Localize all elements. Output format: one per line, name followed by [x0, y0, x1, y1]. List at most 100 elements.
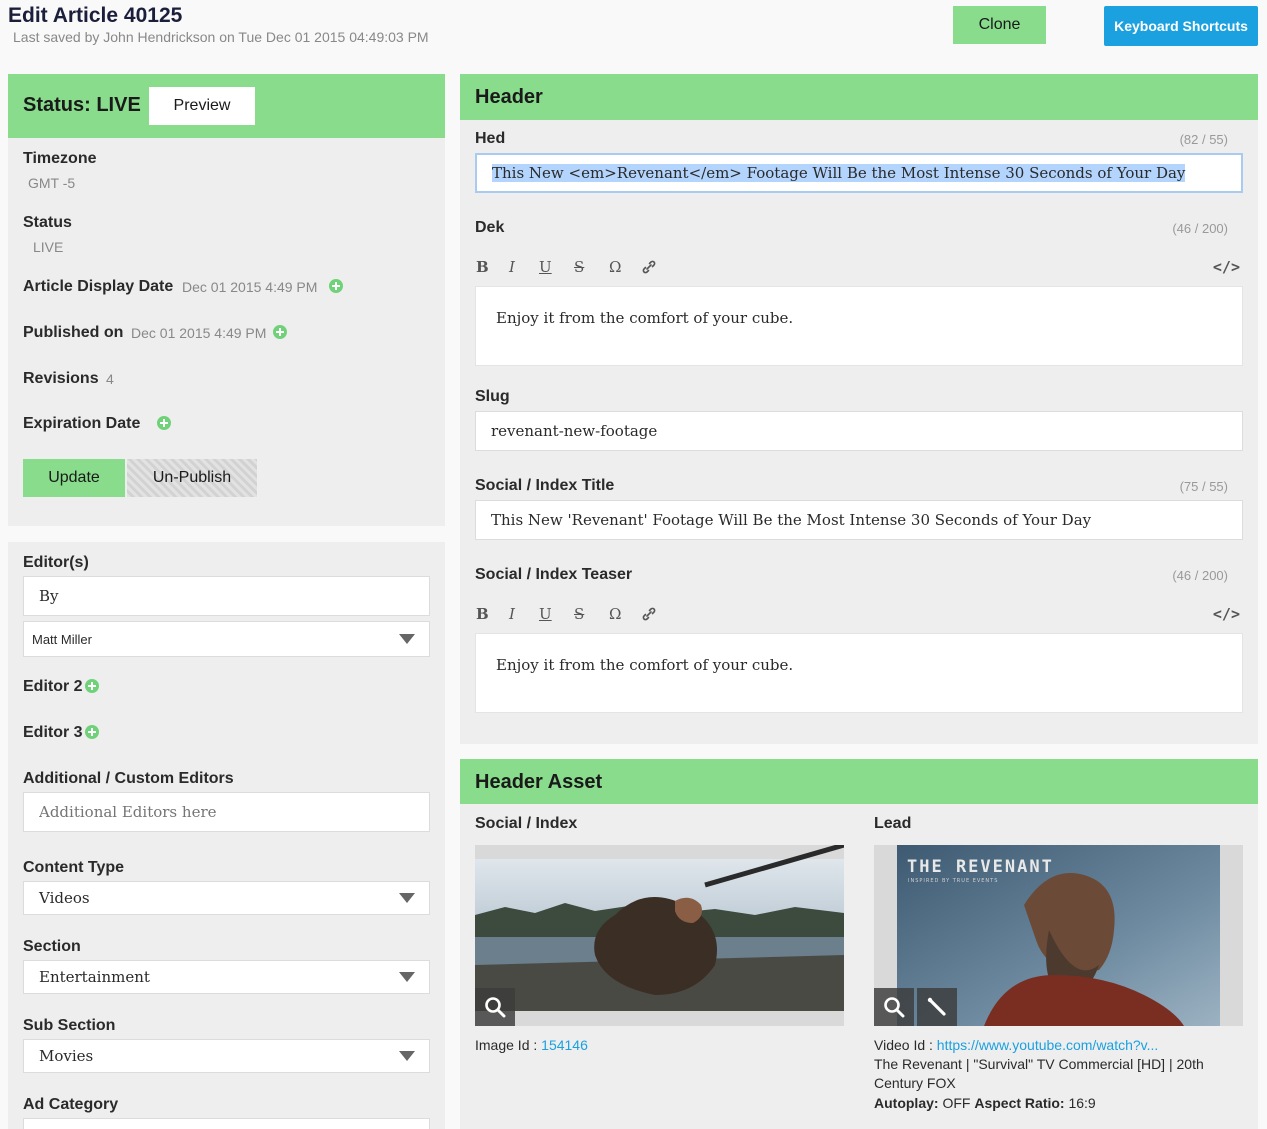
video-id-label: Video Id : — [874, 1037, 937, 1053]
lead-edit-button[interactable] — [917, 988, 957, 1026]
content-type-label: Content Type — [23, 859, 125, 876]
underline-button[interactable]: U — [539, 258, 552, 276]
asset-panel-header: Header Asset — [460, 759, 1258, 804]
caret-down-icon — [399, 1051, 415, 1061]
revisions-label: Revisions — [23, 370, 99, 387]
video-id-link[interactable]: https://www.youtube.com/watch?v... — [937, 1037, 1159, 1053]
dek-text: Enjoy it from the comfort of your cube. — [496, 309, 794, 327]
image-id-label: Image Id : — [475, 1037, 542, 1053]
asset-panel: Header Asset Social / Index Lead Image I… — [460, 759, 1258, 1129]
caret-down-icon — [399, 972, 415, 982]
italic-button[interactable]: I — [509, 605, 515, 623]
editor-select[interactable]: Matt Miller — [23, 621, 430, 657]
content-type-select[interactable]: Videos — [23, 881, 430, 915]
subsection-select[interactable]: Movies — [23, 1039, 430, 1073]
dek-label: Dek — [475, 219, 505, 236]
header-heading: Header — [475, 86, 543, 108]
social-zoom-button[interactable] — [475, 988, 515, 1026]
add-published-plus-icon[interactable] — [273, 325, 287, 339]
add-display-date-plus-icon[interactable] — [329, 279, 343, 293]
special-char-button[interactable]: Ω — [609, 258, 621, 276]
social-title-counter: (75 / 55) — [1179, 479, 1228, 494]
add-editor2-plus-icon[interactable] — [85, 679, 99, 693]
keyboard-shortcuts-button[interactable]: Keyboard Shortcuts — [1104, 6, 1258, 46]
editors-label: Editor(s) — [23, 554, 89, 571]
code-icon[interactable]: </> — [1213, 605, 1240, 623]
aspect-value: 16:9 — [1068, 1095, 1096, 1111]
edit-icon — [927, 997, 946, 1016]
unpublish-button[interactable]: Un-Publish — [127, 459, 257, 497]
slug-input[interactable]: revenant-new-footage — [475, 411, 1243, 451]
meta-panel: Editor(s) By Matt Miller Editor 2 Editor… — [8, 542, 445, 1129]
published-label: Published on — [23, 324, 124, 341]
clone-button[interactable]: Clone — [953, 6, 1046, 44]
editor3-label: Editor 3 — [23, 724, 83, 741]
section-label: Section — [23, 938, 81, 955]
aspect-label: Aspect Ratio: — [974, 1095, 1065, 1111]
subsection-label: Sub Section — [23, 1017, 116, 1034]
social-title-input[interactable]: This New 'Revenant' Footage Will Be the … — [475, 500, 1243, 540]
content-type-value: Videos — [39, 889, 90, 907]
video-settings-line: Autoplay: OFF Aspect Ratio: 16:9 — [874, 1094, 1096, 1113]
hed-input[interactable]: This New <em>Revenant</em> Footage Will … — [475, 153, 1243, 193]
slug-label: Slug — [475, 388, 510, 405]
preview-button[interactable]: Preview — [149, 87, 255, 125]
slug-value: revenant-new-footage — [491, 422, 658, 440]
by-value: By — [39, 587, 59, 605]
image-id-line: Image Id : 154146 — [475, 1036, 588, 1055]
published-value: Dec 01 2015 4:49 PM — [131, 325, 267, 341]
poster-title: THE REVENANT — [907, 857, 1054, 877]
code-icon[interactable]: </> — [1213, 258, 1240, 276]
strike-button[interactable]: S — [574, 258, 584, 276]
video-id-line: Video Id : https://www.youtube.com/watch… — [874, 1036, 1214, 1055]
ad-category-label: Ad Category — [23, 1096, 119, 1113]
status-panel-header: Status: LIVE Preview — [8, 74, 445, 138]
display-date-label: Article Display Date — [23, 278, 174, 295]
status-panel: Status: LIVE Preview Timezone GMT -5 Sta… — [8, 74, 445, 526]
social-image — [475, 845, 844, 1026]
teaser-editor[interactable]: Enjoy it from the comfort of your cube. — [475, 633, 1243, 713]
social-title-label: Social / Index Title — [475, 477, 615, 494]
autoplay-value: OFF — [942, 1095, 971, 1111]
custom-editors-label: Additional / Custom Editors — [23, 770, 234, 787]
header-panel: Header Hed (82 / 55) This New <em>Revena… — [460, 74, 1258, 744]
bold-button[interactable]: B — [476, 258, 489, 276]
italic-button[interactable]: I — [509, 258, 515, 276]
editor2-label: Editor 2 — [23, 678, 83, 695]
dek-editor[interactable]: Enjoy it from the comfort of your cube. — [475, 286, 1243, 366]
header-panel-header: Header — [460, 74, 1258, 120]
underline-button[interactable]: U — [539, 605, 552, 623]
custom-editors-input[interactable] — [23, 792, 430, 832]
bold-button[interactable]: B — [476, 605, 489, 623]
special-char-button[interactable]: Ω — [609, 605, 621, 623]
lead-zoom-button[interactable] — [874, 988, 914, 1026]
timezone-value: GMT -5 — [28, 175, 76, 191]
link-icon[interactable] — [642, 607, 656, 625]
social-teaser-counter: (46 / 200) — [1172, 568, 1228, 583]
add-editor3-plus-icon[interactable] — [85, 725, 99, 739]
image-id-link[interactable]: 154146 — [541, 1037, 588, 1053]
lead-label: Lead — [874, 815, 912, 832]
ad-category-select[interactable] — [23, 1118, 430, 1129]
status-heading: Status: LIVE — [23, 94, 141, 116]
link-icon[interactable] — [642, 260, 656, 278]
add-expiration-plus-icon[interactable] — [157, 416, 171, 430]
section-value: Entertainment — [39, 968, 150, 986]
video-title: The Revenant | "Survival" TV Commercial … — [874, 1056, 1204, 1091]
lead-image: THE REVENANT INSPIRED BY TRUE EVENTS — [874, 845, 1243, 1026]
poster-tagline: INSPIRED BY TRUE EVENTS — [908, 878, 998, 884]
search-icon — [485, 997, 506, 1018]
display-date-value: Dec 01 2015 4:49 PM — [182, 279, 318, 295]
last-saved-text: Last saved by John Hendrickson on Tue De… — [13, 29, 429, 45]
social-index-label: Social / Index — [475, 815, 578, 832]
social-teaser-label: Social / Index Teaser — [475, 566, 633, 583]
caret-down-icon — [399, 893, 415, 903]
hed-counter: (82 / 55) — [1179, 132, 1228, 147]
status-value: LIVE — [33, 239, 64, 255]
strike-button[interactable]: S — [574, 605, 584, 623]
by-input[interactable]: By — [23, 576, 430, 616]
update-button[interactable]: Update — [23, 459, 125, 497]
section-select[interactable]: Entertainment — [23, 960, 430, 994]
subsection-value: Movies — [39, 1047, 94, 1065]
expiration-label: Expiration Date — [23, 415, 141, 432]
